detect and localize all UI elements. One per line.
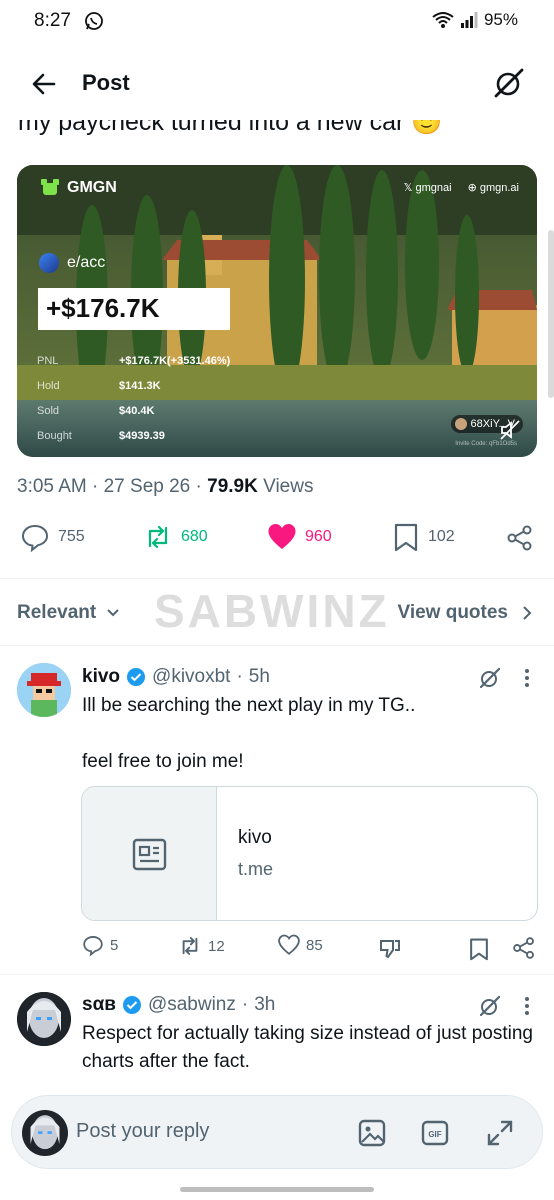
post-media[interactable]: GMGN 𝕏 gmgnai ⊕ gmgn.ai e/acc +$176.7K P… xyxy=(17,165,537,457)
like-button[interactable]: 960 xyxy=(267,522,332,552)
bookmark-button[interactable]: 102 xyxy=(392,522,455,552)
anime-avatar-icon xyxy=(17,992,71,1046)
like-button[interactable]: 85 xyxy=(278,934,323,956)
reply-time: 5h xyxy=(248,666,270,687)
page-title: Post xyxy=(82,70,130,95)
reply-icon xyxy=(21,524,49,552)
gmgn-logo: GMGN xyxy=(39,177,117,199)
stats-table: PNL +$176.7K(+3531.46%) Hold $141.3K Sold $… xyxy=(37,348,230,448)
views-label: Views xyxy=(263,476,314,497)
downvote-icon[interactable] xyxy=(378,937,402,961)
bookmark-icon xyxy=(394,523,418,552)
bookmark-icon[interactable] xyxy=(468,937,490,961)
invite-code: Invite Code: qFb1Od5s xyxy=(455,441,517,447)
divider xyxy=(0,578,554,579)
avatar[interactable] xyxy=(17,663,71,717)
reply-text: Ill be searching the next play in my TG.… xyxy=(82,695,416,772)
reply-actions: 5 12 85 xyxy=(0,934,554,964)
reply-composer[interactable]: Post your reply GIF xyxy=(11,1095,543,1169)
signal-icon xyxy=(460,12,478,28)
stat-row: Hold $141.3K xyxy=(37,379,161,392)
wifi-icon xyxy=(432,12,454,28)
reply-icon xyxy=(83,936,103,956)
post-actions: 755 680 960 102 xyxy=(0,522,554,562)
x-handle: 𝕏 gmgnai xyxy=(403,182,452,194)
status-bar: 8:27 95% xyxy=(0,0,554,44)
expand-icon[interactable] xyxy=(485,1118,515,1148)
verified-badge-icon xyxy=(127,668,146,686)
post-date: 27 Sep 26 xyxy=(103,476,191,497)
view-quotes-link[interactable]: View quotes xyxy=(397,602,532,624)
reply-handle[interactable]: @kivoxbt xyxy=(152,666,230,688)
svg-text:GIF: GIF xyxy=(428,1130,441,1139)
reply-input[interactable]: Post your reply xyxy=(76,1120,209,1143)
heart-icon xyxy=(278,934,300,955)
stat-row: Bought $4939.39 xyxy=(37,429,165,442)
account-tag: e/acc xyxy=(39,253,105,273)
gif-icon[interactable]: GIF xyxy=(420,1118,450,1148)
home-indicator[interactable] xyxy=(180,1187,374,1192)
chevron-right-icon xyxy=(523,606,532,620)
more-options-icon[interactable] xyxy=(524,668,530,688)
repost-button[interactable]: 680 xyxy=(143,522,208,552)
sort-dropdown[interactable]: Relevant xyxy=(17,602,120,624)
reply-handle[interactable]: @sabwinz xyxy=(148,994,236,1016)
avatar[interactable] xyxy=(17,992,71,1046)
pixel-avatar-icon xyxy=(17,663,71,717)
pnl-big: +$176.7K xyxy=(38,288,230,330)
my-avatar xyxy=(22,1110,68,1156)
status-time: 8:27 xyxy=(34,10,71,31)
mute-icon[interactable] xyxy=(499,419,521,441)
reply-time: 3h xyxy=(254,994,276,1015)
verified-badge-icon xyxy=(122,996,141,1014)
reply-button[interactable]: 5 xyxy=(82,934,118,956)
stat-row: PNL +$176.7K(+3531.46%) xyxy=(37,354,231,367)
scrollbar[interactable] xyxy=(548,230,554,398)
image-icon[interactable] xyxy=(357,1118,387,1148)
repost-button[interactable]: 12 xyxy=(178,934,225,958)
brand-name: GMGN xyxy=(67,179,117,196)
share-icon[interactable] xyxy=(512,936,536,960)
article-icon xyxy=(132,838,167,871)
reply-author-name[interactable]: sαв xyxy=(82,994,116,1016)
stat-row: Sold $40.4K xyxy=(37,404,155,417)
anime-avatar-icon xyxy=(22,1110,68,1156)
reply-button[interactable]: 755 xyxy=(20,522,85,552)
chevron-down-icon xyxy=(107,609,119,617)
divider xyxy=(0,645,554,646)
whatsapp-icon xyxy=(85,12,103,30)
website-link: ⊕ gmgn.ai xyxy=(467,182,519,194)
battery-level: 95% xyxy=(483,10,518,29)
grok-icon[interactable] xyxy=(478,994,502,1018)
more-options-icon[interactable] xyxy=(524,996,530,1016)
watermark: SABWINZ xyxy=(154,585,390,637)
link-title: kivo xyxy=(238,827,272,848)
repost-icon xyxy=(182,937,198,955)
back-arrow-icon[interactable] xyxy=(28,68,60,100)
link-domain: t.me xyxy=(238,859,274,879)
reply-text: Respect for actually taking size instead… xyxy=(82,1023,533,1072)
repost-icon xyxy=(148,525,168,549)
grok-icon[interactable] xyxy=(492,66,526,100)
frog-logo-icon xyxy=(41,179,59,195)
heart-icon xyxy=(268,524,296,549)
link-preview-card[interactable]: kivo t.me xyxy=(81,786,538,921)
divider xyxy=(0,974,554,975)
account-avatar-icon xyxy=(39,253,59,273)
reply-author-name[interactable]: kivo xyxy=(82,666,120,688)
post-meta: 3:05 AM · 27 Sep 26 · 79.9K Views xyxy=(17,476,314,497)
grok-icon[interactable] xyxy=(478,666,502,690)
share-icon[interactable] xyxy=(506,524,534,552)
post-time: 3:05 AM xyxy=(17,476,87,497)
views-count: 79.9K xyxy=(207,476,258,497)
